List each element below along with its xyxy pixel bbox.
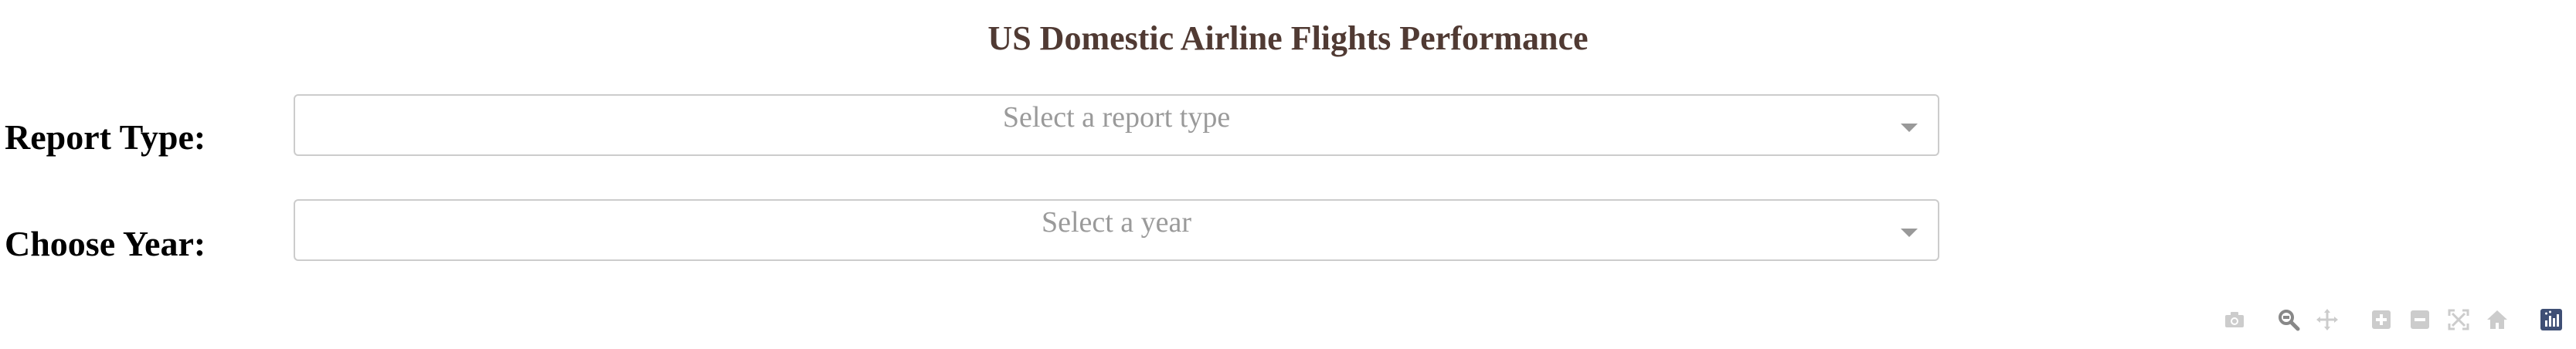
year-dropdown[interactable]: Select a year: [294, 199, 1939, 261]
reset-axes-icon[interactable]: [2483, 306, 2511, 334]
year-placeholder: Select a year: [1041, 206, 1192, 239]
camera-icon[interactable]: [2221, 306, 2248, 334]
zoom-out-icon[interactable]: [2406, 306, 2434, 334]
zoom-in-icon[interactable]: [2367, 306, 2395, 334]
plot-modebar: [2210, 306, 2565, 334]
chevron-down-icon[interactable]: [1899, 117, 1919, 137]
chevron-down-icon[interactable]: [1899, 222, 1919, 242]
choose-year-label: Choose Year:: [5, 224, 206, 263]
plotly-logo-icon[interactable]: [2537, 306, 2565, 334]
zoom-icon[interactable]: [2275, 306, 2302, 334]
autoscale-icon[interactable]: [2445, 306, 2472, 334]
report-type-dropdown[interactable]: Select a report type: [294, 94, 1939, 156]
report-type-placeholder: Select a report type: [1002, 101, 1231, 134]
pan-icon[interactable]: [2313, 306, 2341, 334]
report-type-label: Report Type:: [5, 117, 206, 157]
page-title: US Domestic Airline Flights Performance: [987, 19, 1589, 57]
